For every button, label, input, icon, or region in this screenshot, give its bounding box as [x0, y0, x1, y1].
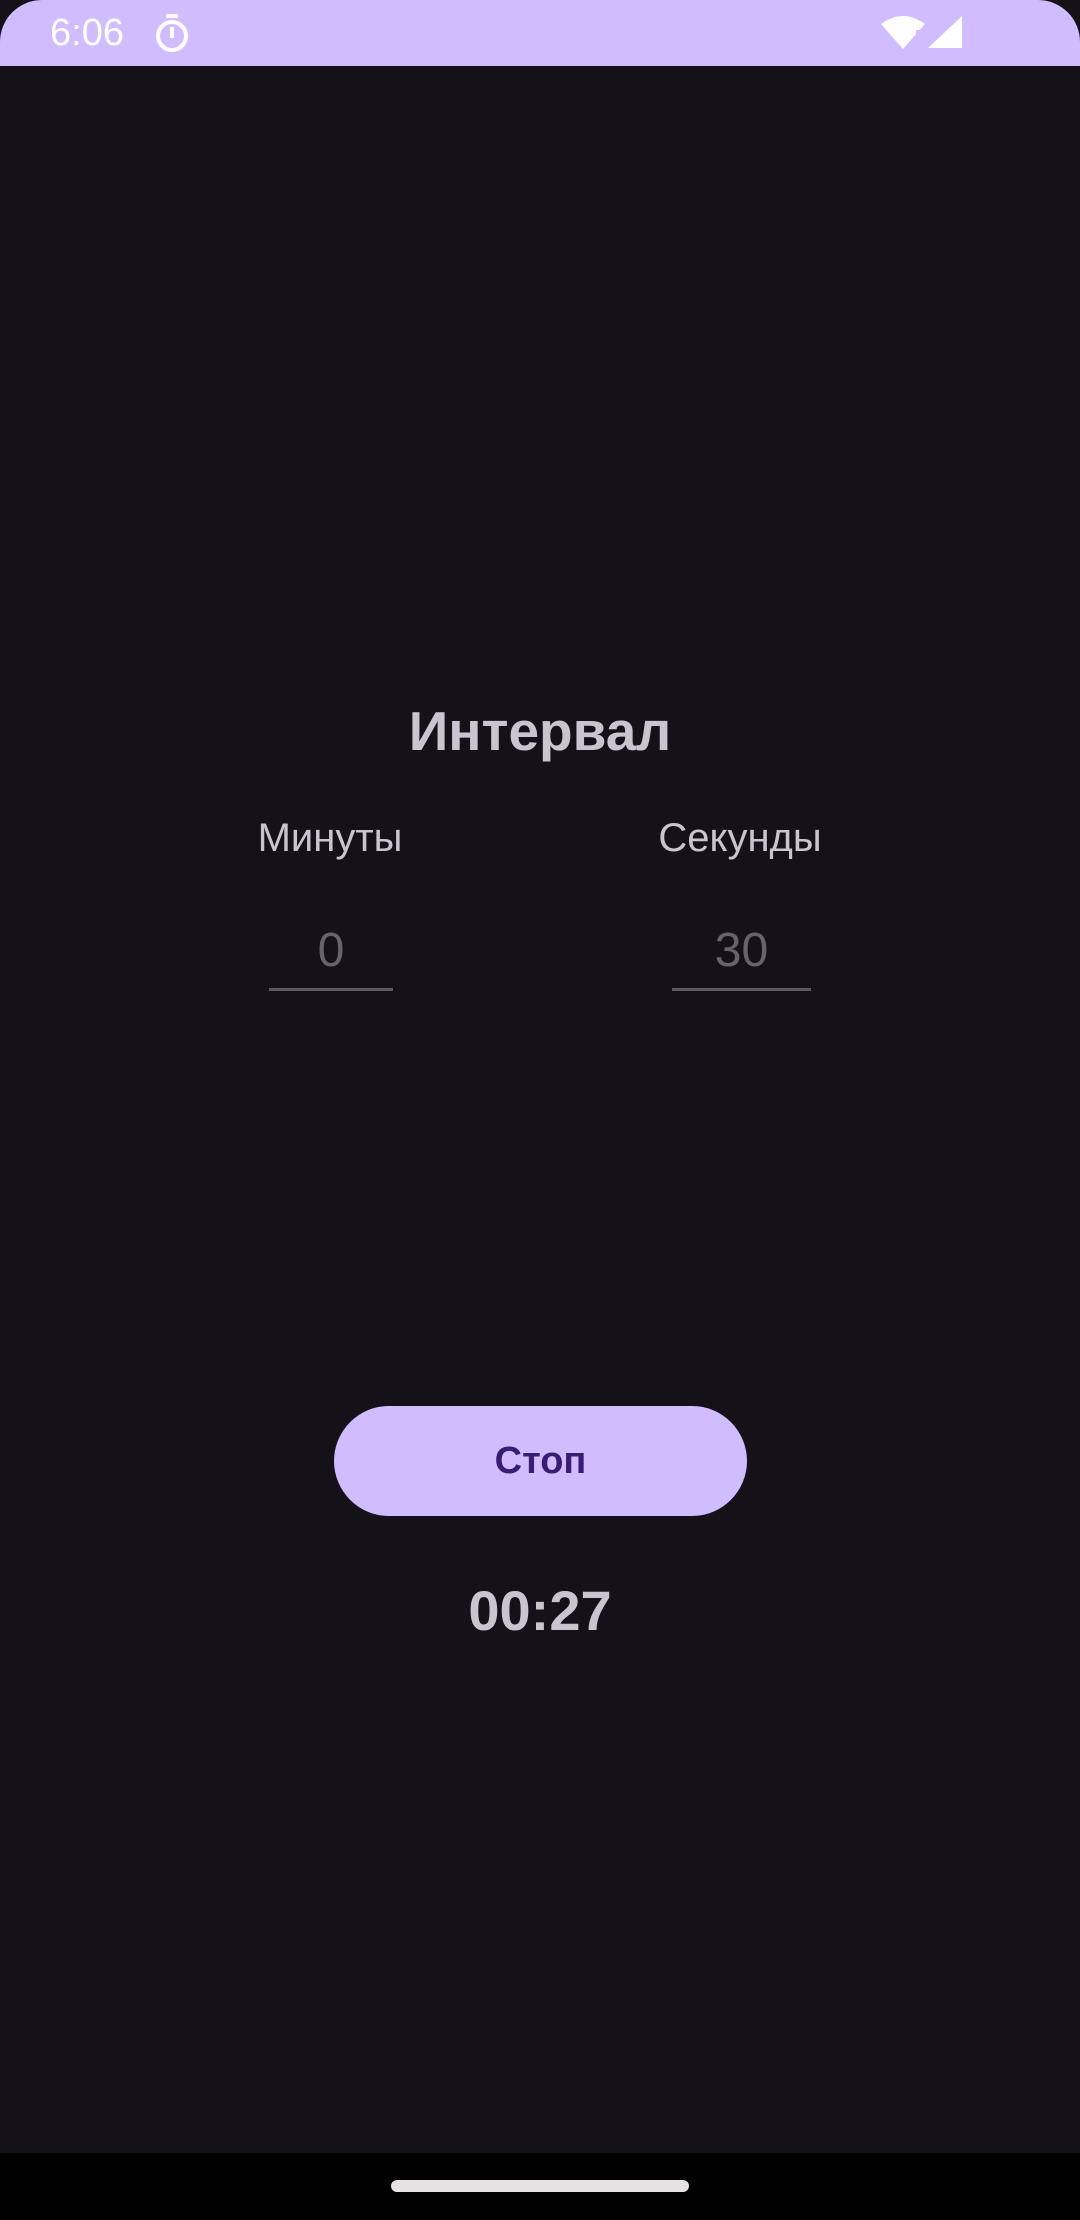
seconds-input[interactable]	[672, 912, 811, 991]
wifi-icon	[880, 16, 926, 50]
seconds-label: Секунды	[658, 816, 822, 860]
interval-title: Интервал	[408, 700, 672, 762]
navigation-bar	[0, 2153, 1080, 2220]
minutes-label: Минуты	[257, 816, 403, 860]
stopwatch-icon	[154, 13, 190, 53]
app-screen: 6:06 Интервал Минуты Секунды Стоп 00:27	[0, 0, 1080, 2220]
home-gesture-handle[interactable]	[391, 2180, 689, 2192]
signal-icon	[926, 14, 964, 50]
timer-display: 00:27	[468, 1579, 612, 1642]
status-time: 6:06	[50, 12, 124, 54]
status-bar: 6:06	[0, 0, 1080, 66]
minutes-input[interactable]	[269, 912, 393, 991]
stop-button[interactable]: Стоп	[334, 1406, 747, 1516]
